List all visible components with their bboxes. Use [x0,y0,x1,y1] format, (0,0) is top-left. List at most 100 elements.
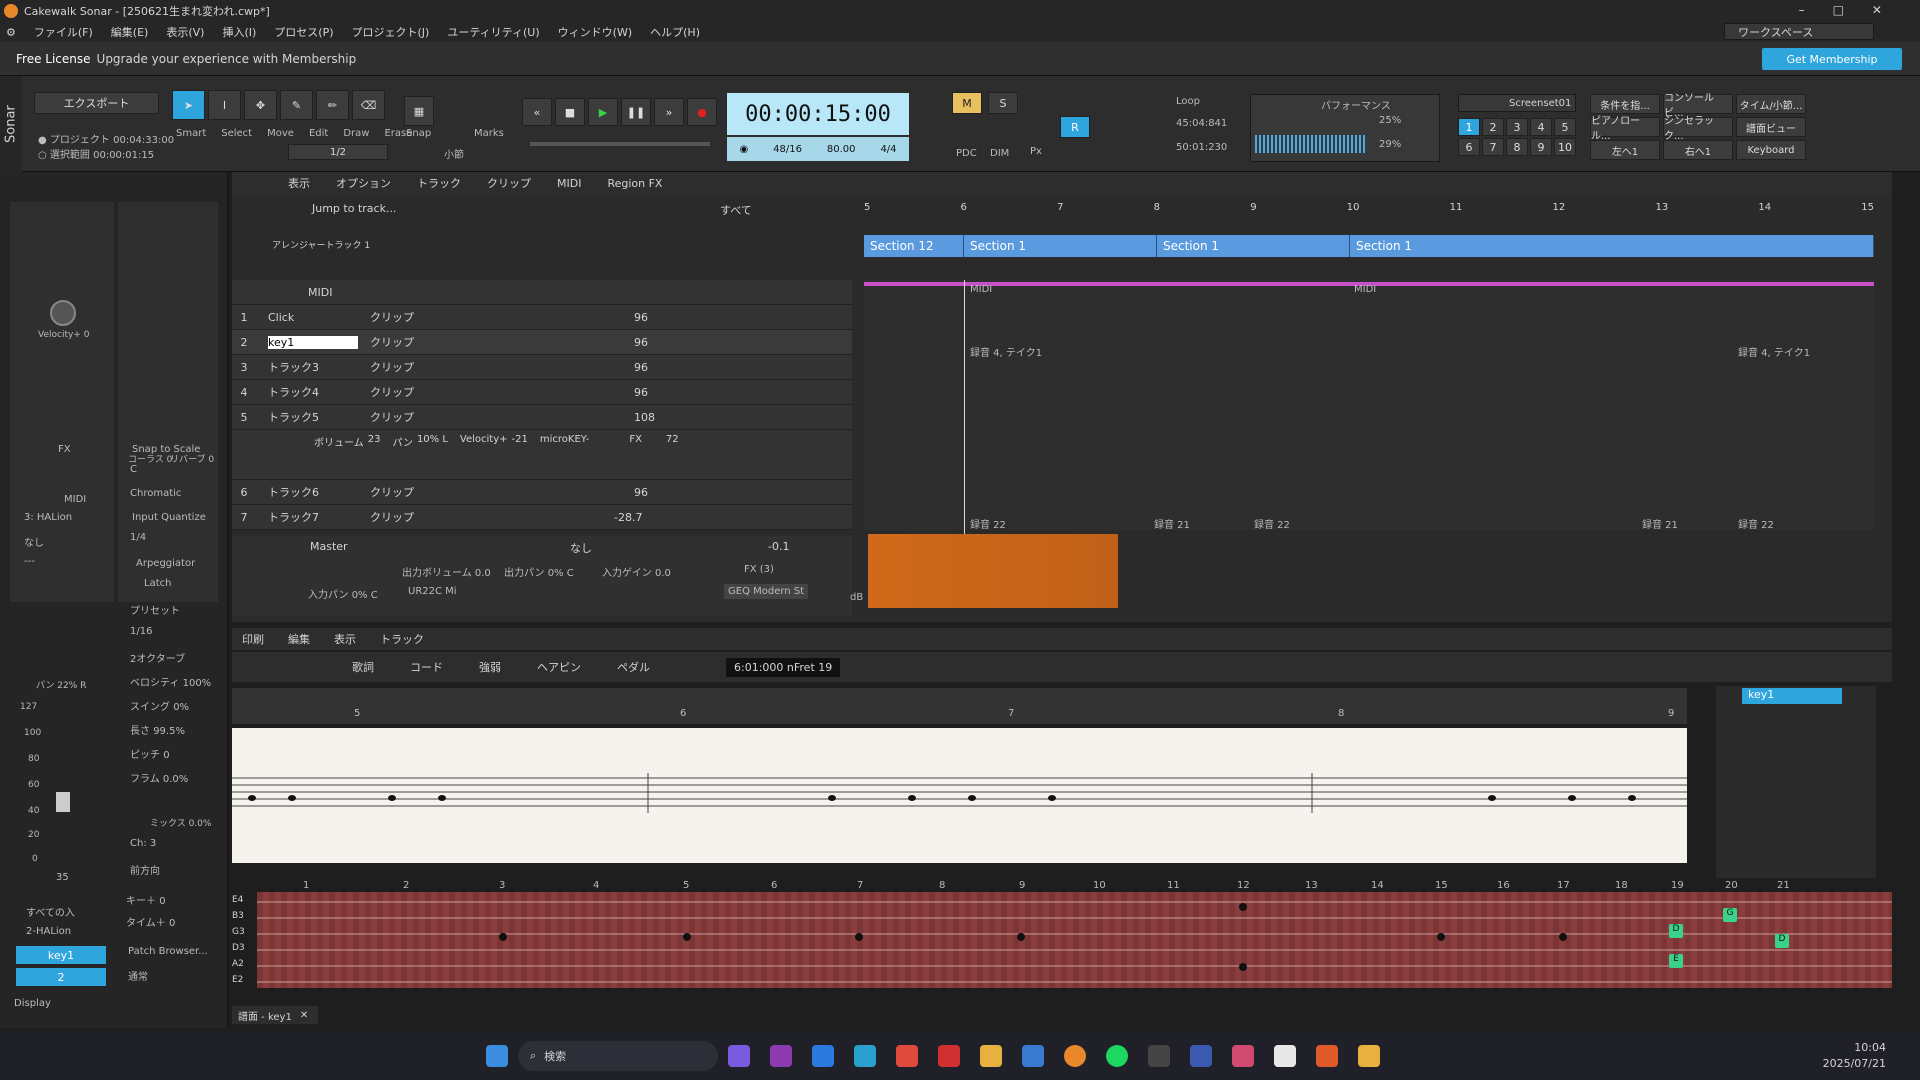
mute-all-button[interactable]: M [952,92,982,114]
taskbar-clock[interactable]: 10:04 2025/07/21 [1823,1040,1886,1072]
copilot-icon[interactable] [728,1045,750,1067]
read-automation-button[interactable]: R [1060,116,1090,138]
master-in-pan[interactable]: 入力パン [308,590,349,601]
record-button[interactable]: ● [687,98,717,126]
arranger-section-12[interactable]: Section 12 [864,235,964,257]
volume-fader[interactable] [56,792,70,812]
workspace-select[interactable]: ワークスペース [1724,23,1874,40]
explorer-icon[interactable] [980,1045,1002,1067]
clip-label-rec-1[interactable]: 録音 4, テイク1 [970,344,1042,359]
window-controls[interactable]: –□✕ [1799,3,1910,17]
jump-to-track[interactable]: Jump to track... [312,202,396,215]
screenset-7[interactable]: 7 [1482,138,1504,156]
arp-velocity[interactable]: ベロシティ [130,678,179,689]
arp-octave[interactable]: 2オクターブ [130,650,185,665]
midi-input[interactable]: 3: HALion [24,512,72,523]
view-btn-1[interactable]: 条件を指... [1590,94,1660,114]
view-btn-8[interactable]: 右へ1 [1663,140,1733,160]
screenset-10[interactable]: 10 [1554,138,1576,156]
staff-pane[interactable] [232,728,1687,863]
resolve-icon[interactable] [1190,1045,1212,1067]
fret-note-g[interactable]: G [1723,908,1737,922]
get-membership-button[interactable]: Get Membership [1762,48,1902,70]
chrome-icon[interactable] [896,1045,918,1067]
menu-file[interactable]: ファイル(F) [34,24,93,40]
track-name-chip[interactable]: key1 [16,946,106,964]
tempo-value[interactable]: 80.00 [827,144,856,155]
menu-process[interactable]: プロセス(P) [274,24,333,40]
clip-label-rec-3[interactable]: 録音 22 [970,516,1006,531]
draw-tool[interactable]: ✏ [316,90,349,120]
screenset-6[interactable]: 6 [1458,138,1480,156]
pause-button[interactable]: ❚❚ [621,98,651,126]
spotify-icon[interactable] [1106,1045,1128,1067]
track-5[interactable]: 5 トラック5 クリップ 108 [232,405,852,430]
view-btn-2[interactable]: コンソールビ... [1663,93,1733,119]
move-tool[interactable]: ✥ [244,90,277,120]
arranger-track-name[interactable]: アレンジャートラック 1 [272,238,370,251]
loop-end[interactable]: 50:01:230 [1176,142,1227,153]
scale-key[interactable]: C [130,464,137,475]
track-menu-options[interactable]: オプション [336,175,391,191]
latch-button[interactable]: Latch [144,578,171,589]
t5-fx[interactable]: FX [629,434,642,445]
arp-channel[interactable]: Ch: 3 [130,838,156,849]
arranger-section-1c[interactable]: Section 1 [1350,235,1874,257]
master-in-gain[interactable]: 入力ゲイン [602,568,652,579]
fastforward-button[interactable]: » [654,98,684,126]
staff-tab[interactable]: 譜面 - key1 ✕ [232,1006,318,1024]
menu-help[interactable]: ヘルプ(H) [650,24,700,40]
snap-resolution[interactable]: 1/2 [288,144,388,160]
position-slider[interactable] [530,142,710,146]
dim-button[interactable]: DIM [990,148,1009,159]
export-project[interactable]: ● プロジェクト 00:04:33:00 [38,131,174,146]
view-btn-7[interactable]: 左へ1 [1590,140,1660,160]
master-audio-clip[interactable] [868,534,1118,608]
office-icon[interactable] [1316,1045,1338,1067]
arp-rate[interactable]: 1/16 [130,626,152,637]
clip-label-rec-7[interactable]: 録音 22 [1738,516,1774,531]
snap-grid-icon[interactable]: ▦ [404,96,434,126]
close-tab-icon[interactable]: ✕ [300,1010,308,1021]
px-button[interactable]: Px [1030,146,1042,157]
fret-note-d1[interactable]: D [1669,924,1683,938]
app-icon-blue[interactable] [1022,1045,1044,1067]
clip-label-midi-2[interactable]: MIDI [1354,284,1376,295]
screenset-1[interactable]: 1 [1458,118,1480,136]
time-plus[interactable]: タイム＋ 0 [126,914,175,929]
select-tool[interactable]: I [208,90,241,120]
app-icon-white[interactable] [1274,1045,1296,1067]
arp-mix[interactable]: ミックス 0.0% [150,816,211,829]
time-display[interactable]: 00:00:15:00 [727,93,909,135]
timeline-ruler[interactable]: 5 6 7 8 9 10 11 12 13 14 15 [864,202,1874,218]
snap-to-scale[interactable]: Snap to Scale [132,444,200,455]
metronome-icon[interactable]: ◉ [739,144,748,155]
staff-menu-print[interactable]: 印刷 [242,631,264,647]
velocity-knob[interactable] [50,300,76,326]
input-quantize-value[interactable]: 1/4 [130,532,146,543]
pdc-button[interactable]: PDC [956,148,977,159]
menu-insert[interactable]: 挿入(I) [222,24,256,40]
fretboard[interactable]: G D D E [257,892,1892,988]
key-plus[interactable]: キー＋ [126,896,156,907]
scale-type[interactable]: Chromatic [130,488,181,499]
view-btn-5[interactable]: シンセラック... [1663,116,1733,142]
master-out-pan[interactable]: 出力パン [504,568,545,579]
screenset-2[interactable]: 2 [1482,118,1504,136]
solo-all-button[interactable]: S [988,92,1018,114]
track-6[interactable]: 6 トラック6 クリップ 96 [232,480,852,505]
preset-select[interactable]: プリセット [130,602,180,617]
input-quantize[interactable]: Input Quantize [132,512,206,523]
staff-track-key1[interactable]: key1 [1742,688,1842,704]
menu-view[interactable]: 表示(V) [166,24,204,40]
windows-start-icon[interactable] [486,1045,508,1067]
menu-edit[interactable]: 編集(E) [111,24,149,40]
track-menu-midi[interactable]: MIDI [557,177,581,190]
master-output[interactable]: なし [570,540,592,556]
lyrics-tool[interactable]: 歌詞 [352,659,374,675]
pedal-tool[interactable]: ペダル [617,659,650,675]
erase-tool[interactable]: ⌫ [352,90,385,120]
track-4[interactable]: 4 トラック4 クリップ 96 [232,380,852,405]
dynamics-tool[interactable]: 強弱 [479,659,501,675]
arp-length[interactable]: 長さ [130,726,150,737]
